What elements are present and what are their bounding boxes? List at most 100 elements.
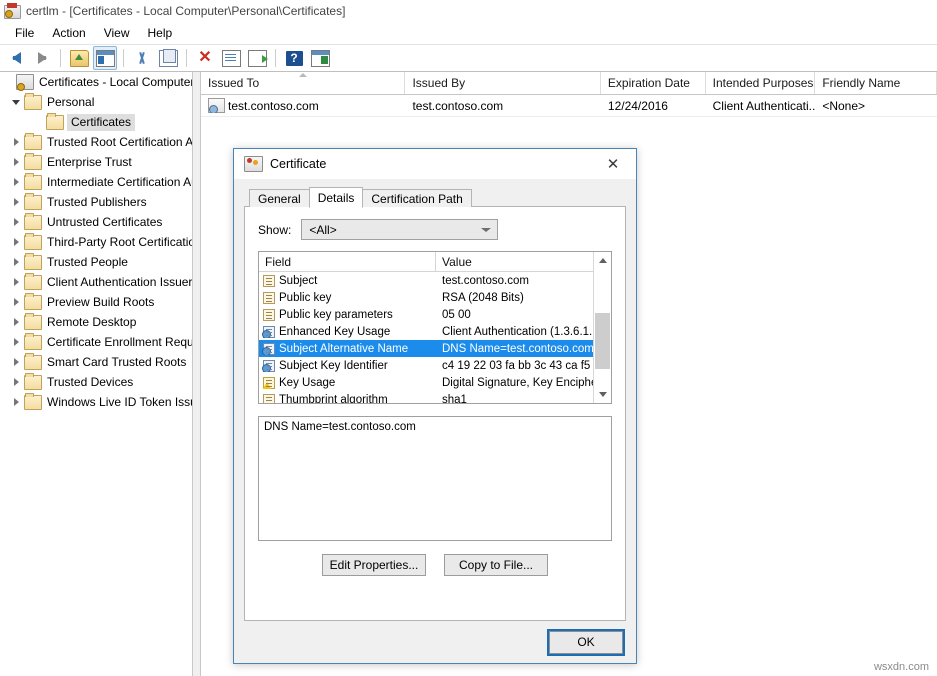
tree-item-third-party-root-certification-authorities[interactable]: Third-Party Root Certification [0, 232, 192, 252]
list-rows: test.contoso.comtest.contoso.com12/24/20… [201, 95, 937, 117]
tab-general[interactable]: General [249, 189, 310, 207]
chevron-right-icon[interactable] [8, 294, 24, 310]
tree-root[interactable]: Certificates - Local Computer [0, 72, 192, 92]
tree-item-personal[interactable]: Personal [0, 92, 192, 112]
field-row[interactable]: Subject Key Identifierc4 19 22 03 fa bb … [259, 357, 593, 374]
toolbar-export[interactable] [245, 46, 269, 70]
extension-icon [263, 360, 275, 372]
field-column-header[interactable]: Field [259, 252, 436, 271]
chevron-right-icon[interactable] [8, 214, 24, 230]
tree-item-smart-card-trusted-roots[interactable]: Smart Card Trusted Roots [0, 352, 192, 372]
menu-file[interactable]: File [6, 24, 43, 42]
tree-item-trusted-devices[interactable]: Trusted Devices [0, 372, 192, 392]
properties-icon [222, 50, 241, 67]
value-column-header[interactable]: Value [436, 252, 593, 271]
menubar: File Action View Help [0, 22, 937, 44]
menu-view[interactable]: View [95, 24, 139, 42]
field-row[interactable]: Enhanced Key UsageClient Authentication … [259, 323, 593, 340]
column-header[interactable]: Expiration Date [601, 72, 706, 94]
field-row[interactable]: Key UsageDigital Signature, Key Encipher… [259, 374, 593, 391]
column-header[interactable]: Intended Purposes [706, 72, 816, 94]
tab-details[interactable]: Details [309, 187, 364, 208]
toolbar-up-level[interactable] [67, 46, 91, 70]
tree-item-preview-build-roots[interactable]: Preview Build Roots [0, 292, 192, 312]
toolbar-show-tree[interactable] [93, 46, 117, 70]
toolbar-copy[interactable] [156, 46, 180, 70]
tree-item-label: Trusted Publishers [47, 195, 147, 209]
tree-item-trusted-root-certification-authorities[interactable]: Trusted Root Certification Au [0, 132, 192, 152]
tree-item-trusted-people[interactable]: Trusted People [0, 252, 192, 272]
close-icon[interactable]: ✕ [592, 150, 634, 178]
chevron-right-icon[interactable] [8, 174, 24, 190]
field-value: Digital Signature, Key Encipher... [436, 377, 593, 389]
field-row[interactable]: Public key parameters05 00 [259, 306, 593, 323]
column-header[interactable]: Issued By [405, 72, 600, 94]
column-header[interactable]: Issued To [201, 72, 405, 94]
folder-icon [24, 275, 42, 290]
field-list-header: Field Value [259, 252, 593, 272]
toolbar-action-pane[interactable] [308, 46, 332, 70]
field-row[interactable]: Subjecttest.contoso.com [259, 272, 593, 289]
tree-item-windows-live-id-token-issuer[interactable]: Windows Live ID Token Issuer [0, 392, 192, 412]
tree-item-untrusted-certificates[interactable]: Untrusted Certificates [0, 212, 192, 232]
tab-certification-path[interactable]: Certification Path [362, 189, 471, 207]
chevron-right-icon[interactable] [8, 234, 24, 250]
toolbar-properties[interactable] [219, 46, 243, 70]
tree-item-client-authentication-issuers[interactable]: Client Authentication Issuers [0, 272, 192, 292]
tree-item-label: Trusted Root Certification Au [47, 135, 192, 149]
copy-to-file-button[interactable]: Copy to File... [444, 554, 548, 576]
field-row[interactable]: Subject Alternative NameDNS Name=test.co… [259, 340, 593, 357]
tree-item-enterprise-trust[interactable]: Enterprise Trust [0, 152, 192, 172]
chevron-right-icon[interactable] [8, 374, 24, 390]
field-row[interactable]: Public keyRSA (2048 Bits) [259, 289, 593, 306]
chevron-right-icon[interactable] [8, 354, 24, 370]
tree-item-label: Third-Party Root Certification [47, 235, 192, 249]
folder-icon [24, 355, 42, 370]
column-header[interactable]: Friendly Name [815, 72, 937, 94]
chevron-right-icon[interactable] [8, 394, 24, 410]
chevron-down-icon[interactable] [0, 74, 16, 90]
field-row[interactable]: Thumbprint algorithmsha1 [259, 391, 593, 403]
chevron-right-icon[interactable] [8, 274, 24, 290]
show-dropdown[interactable]: <All> [301, 219, 498, 240]
toolbar-cut[interactable] [130, 46, 154, 70]
toolbar-delete[interactable]: ✕ [193, 46, 217, 70]
dialog-footer: OK [234, 621, 636, 663]
edit-properties-button[interactable]: Edit Properties... [322, 554, 426, 576]
chevron-right-icon[interactable] [8, 334, 24, 350]
dialog-title: Certificate [270, 157, 592, 171]
toolbar-back[interactable] [4, 46, 28, 70]
extension-icon [263, 343, 275, 355]
tree-item-certificate-enrollment-requests[interactable]: Certificate Enrollment Reque [0, 332, 192, 352]
cell-text: test.contoso.com [412, 99, 503, 113]
tree-item-trusted-publishers[interactable]: Trusted Publishers [0, 192, 192, 212]
chevron-right-icon[interactable] [8, 134, 24, 150]
menu-action[interactable]: Action [43, 24, 94, 42]
tree-item-intermediate-certification-authorities[interactable]: Intermediate Certification Au [0, 172, 192, 192]
ok-button[interactable]: OK [549, 631, 623, 654]
scroll-down-icon[interactable] [594, 386, 611, 403]
tree-item-certificates[interactable]: Certificates [0, 112, 192, 132]
chevron-down-icon[interactable] [8, 94, 24, 110]
certificate-icon [244, 156, 263, 172]
chevron-right-icon[interactable] [8, 154, 24, 170]
table-row[interactable]: test.contoso.comtest.contoso.com12/24/20… [201, 95, 937, 117]
field-value: 05 00 [436, 309, 593, 321]
scrollbar-track[interactable] [594, 269, 611, 386]
scrollbar-thumb[interactable] [595, 313, 610, 369]
tree-item-remote-desktop[interactable]: Remote Desktop [0, 312, 192, 332]
field-list-scrollbar[interactable] [593, 252, 611, 403]
scroll-up-icon[interactable] [594, 252, 611, 269]
menu-help[interactable]: Help [139, 24, 182, 42]
dialog-tabstrip: General Details Certification Path [244, 187, 626, 207]
chevron-right-icon[interactable] [8, 254, 24, 270]
folder-icon [24, 235, 42, 250]
chevron-right-icon[interactable] [8, 314, 24, 330]
toolbar-help[interactable]: ? [282, 46, 306, 70]
toolbar-forward[interactable] [30, 46, 54, 70]
pane-splitter[interactable] [192, 72, 201, 676]
chevron-right-icon[interactable] [8, 194, 24, 210]
field-name-cell: Public key [259, 292, 436, 304]
tree-item-label: Personal [47, 95, 94, 109]
tree-item-label: Windows Live ID Token Issuer [47, 395, 192, 409]
